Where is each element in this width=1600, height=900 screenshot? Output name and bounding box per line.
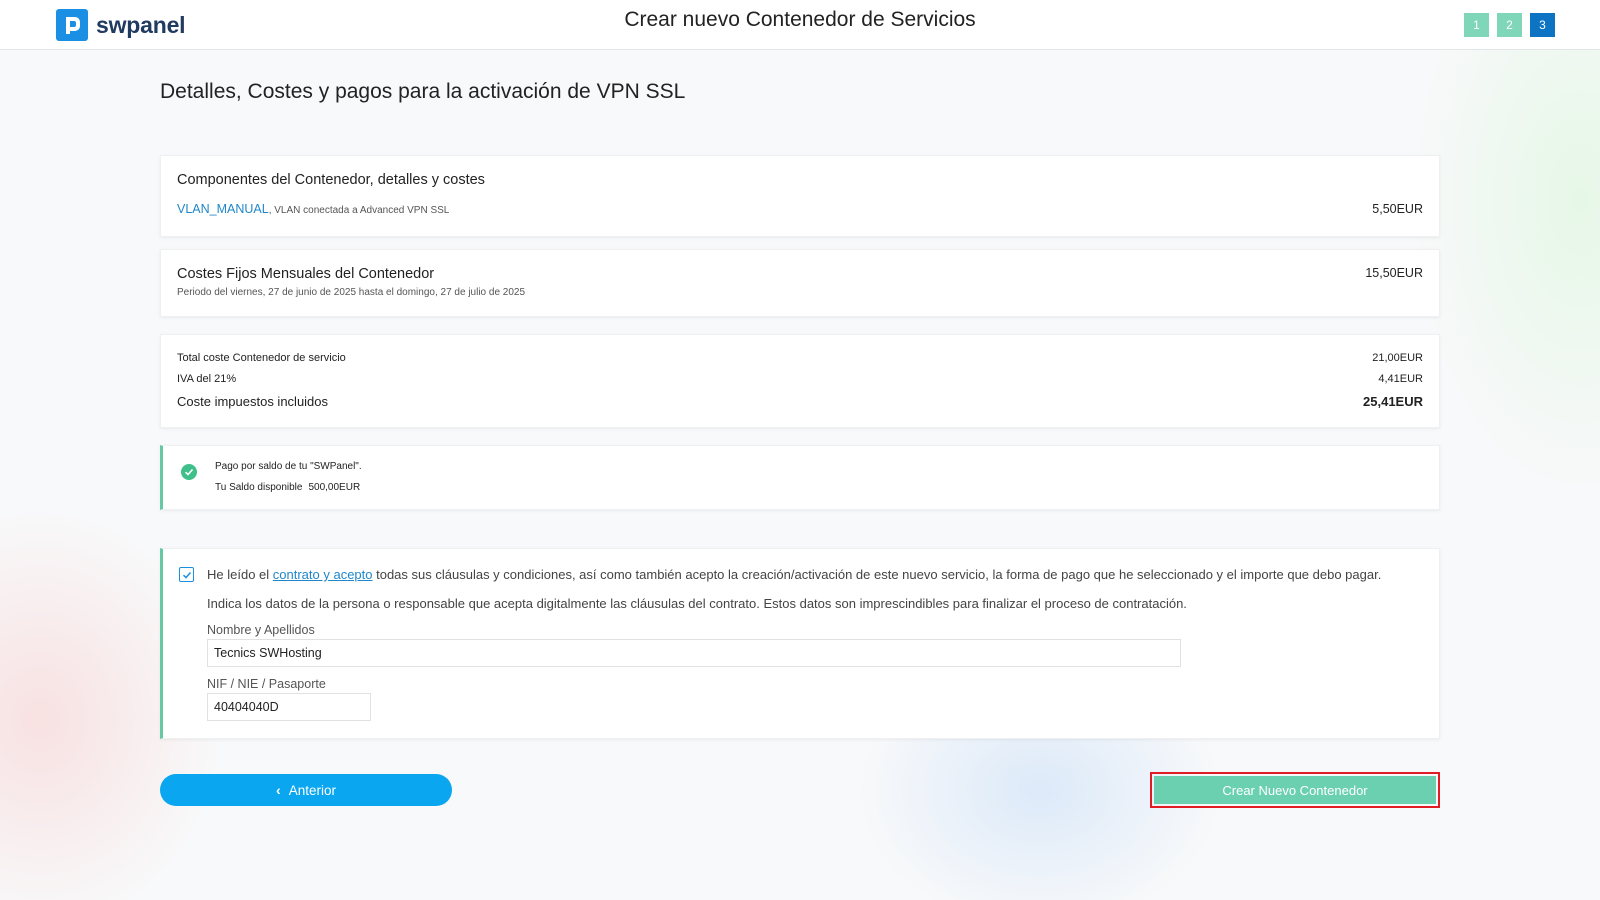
create-container-button[interactable]: Crear Nuevo Contenedor <box>1154 776 1436 804</box>
component-price: 5,50EUR <box>1372 202 1423 216</box>
total-label: Total coste Contenedor de servicio <box>177 352 346 364</box>
payment-method: Pago por saldo de tu "SWPanel". <box>215 461 362 472</box>
tax-included-value: 25,41EUR <box>1363 394 1423 409</box>
full-name-input[interactable] <box>207 639 1181 667</box>
top-bar: swpanel Crear nuevo Contenedor de Servic… <box>0 0 1600 50</box>
fixed-costs-card: Costes Fijos Mensuales del Contenedor Pe… <box>160 249 1440 317</box>
fixed-costs-price: 15,50EUR <box>1365 266 1423 280</box>
name-label: Nombre y Apellidos <box>207 623 315 637</box>
components-title: Componentes del Contenedor, detalles y c… <box>177 172 485 188</box>
payment-balance: Tu Saldo disponible 500,00EUR <box>215 482 360 493</box>
total-value: 21,00EUR <box>1372 352 1423 364</box>
chevron-left-icon: ‹ <box>276 782 281 798</box>
agreement-text: He leído el contrato y acepto todas sus … <box>207 567 1381 582</box>
page-header-title: Crear nuevo Contenedor de Servicios <box>624 8 976 31</box>
totals-card: Total coste Contenedor de servicio 21,00… <box>160 334 1440 428</box>
step-3[interactable]: 3 <box>1530 13 1555 37</box>
agreement-card: He leído el contrato y acepto todas sus … <box>160 548 1440 739</box>
tax-included-label: Coste impuestos incluidos <box>177 394 329 409</box>
balance-value: 500,00EUR <box>308 482 361 493</box>
fixed-costs-title: Costes Fijos Mensuales del Contenedor <box>177 266 435 282</box>
wizard-steps: 1 2 3 <box>1464 13 1555 37</box>
step-1[interactable]: 1 <box>1464 13 1489 37</box>
id-label: NIF / NIE / Pasaporte <box>207 677 326 691</box>
fixed-costs-period: Periodo del viernes, 27 de junio de 2025… <box>177 287 526 298</box>
step-2[interactable]: 2 <box>1497 13 1522 37</box>
agreement-suffix: todas sus cláusulas y condiciones, así c… <box>372 567 1382 582</box>
payment-card: Pago por saldo de tu "SWPanel". Tu Saldo… <box>160 445 1440 510</box>
component-description: , VLAN conectada a Advanced VPN SSL <box>268 205 450 216</box>
checkmark-icon <box>182 571 191 579</box>
previous-button-label: Anterior <box>288 782 336 798</box>
balance-label: Tu Saldo disponible <box>215 482 303 493</box>
create-button-highlight: Crear Nuevo Contenedor <box>1150 772 1440 808</box>
agreement-info: Indica los datos de la persona o respons… <box>207 596 1187 611</box>
vlan-manual-link[interactable]: VLAN_MANUAL <box>177 202 269 216</box>
agreement-prefix: He leído el <box>207 567 273 582</box>
component-item: VLAN_MANUAL, VLAN conectada a Advanced V… <box>177 202 449 216</box>
components-card: Componentes del Contenedor, detalles y c… <box>160 155 1440 237</box>
accept-checkbox[interactable] <box>179 567 194 582</box>
contract-link[interactable]: contrato y acepto <box>273 567 373 582</box>
check-circle-icon <box>181 464 197 480</box>
previous-button[interactable]: ‹ Anterior <box>160 774 452 806</box>
iva-label: IVA del 21% <box>177 373 237 385</box>
section-title: Detalles, Costes y pagos para la activac… <box>160 80 686 103</box>
iva-value: 4,41EUR <box>1378 373 1423 385</box>
nif-input[interactable] <box>207 693 371 721</box>
